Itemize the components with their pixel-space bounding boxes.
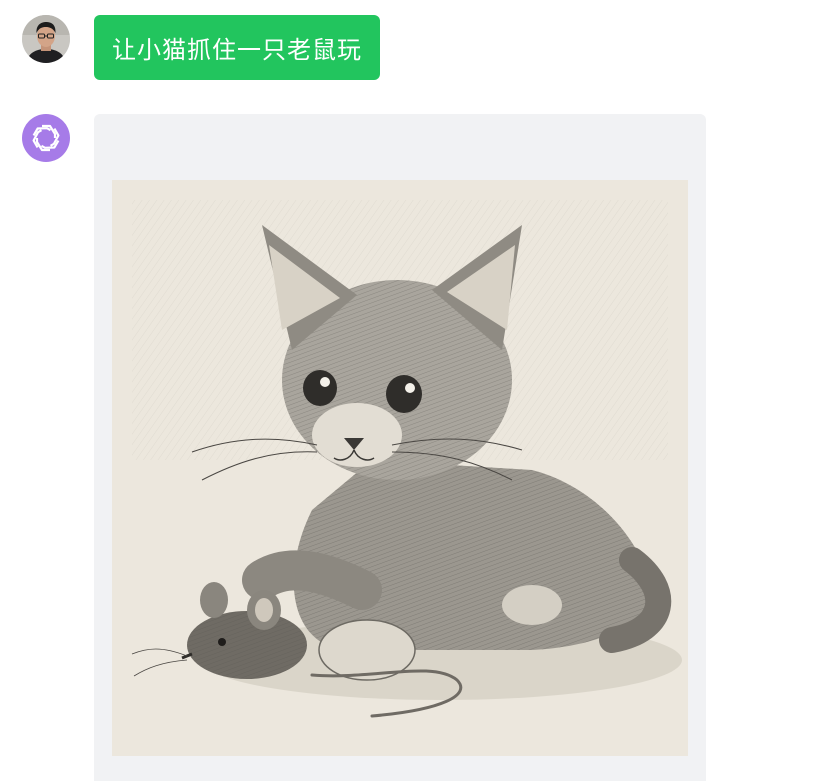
user-message-text: 让小猫抓住一只老鼠玩 — [112, 36, 362, 64]
assistant-message-bubble — [94, 114, 706, 781]
openai-logo-icon — [32, 124, 60, 152]
assistant-avatar — [22, 114, 70, 162]
generated-image[interactable] — [112, 180, 688, 756]
chat-thread: 让小猫抓住一只老鼠玩 — [0, 0, 813, 781]
kitten-with-mouse-sketch-icon — [112, 180, 688, 756]
user-avatar — [22, 15, 70, 63]
user-message-bubble: 让小猫抓住一只老鼠玩 — [94, 15, 380, 80]
user-photo-icon — [22, 15, 70, 63]
